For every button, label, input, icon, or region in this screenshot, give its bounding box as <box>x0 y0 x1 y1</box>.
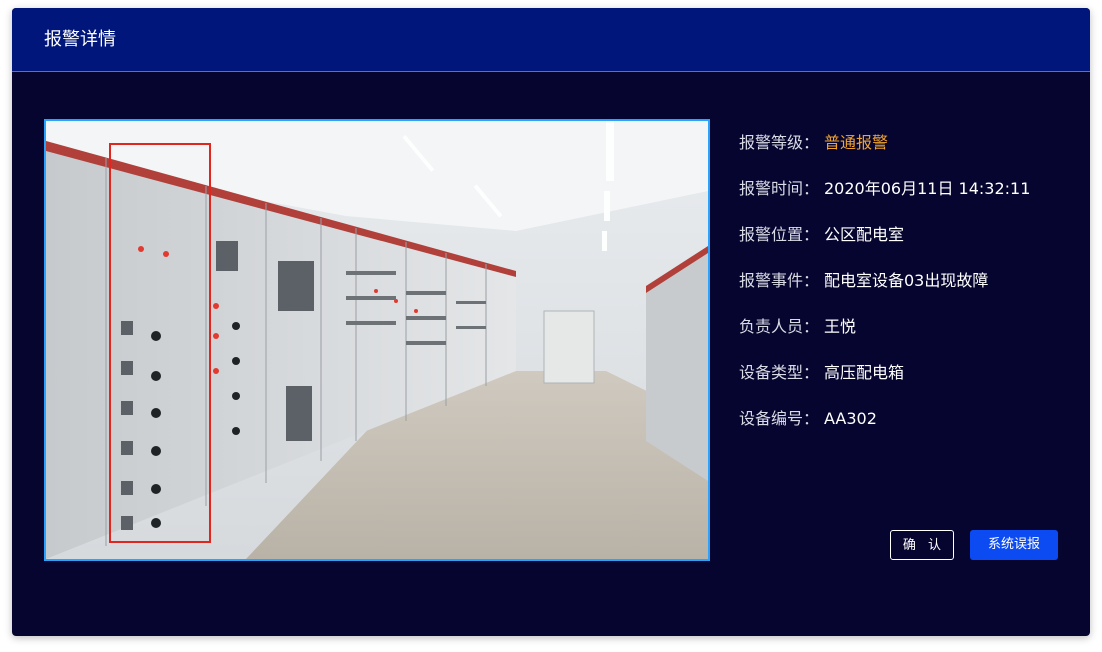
time-value: 2020年06月11日 14:32:11 <box>824 179 1031 198</box>
info-row-device-id: 设备编号： AA302 <box>739 408 1079 454</box>
dialog-title: 报警详情 <box>44 29 116 50</box>
dialog-header: 报警详情 <box>12 8 1090 72</box>
device-id-value: AA302 <box>824 409 877 428</box>
alarm-info-list: 报警等级： 普通报警 报警时间： 2020年06月11日 14:32:11 报警… <box>739 132 1079 454</box>
device-id-label: 设备编号： <box>739 409 820 428</box>
alarm-detail-dialog: 报警详情 报警等级： 普通报警 报警时间： 2020年06月11日 14:32:… <box>12 8 1090 636</box>
location-value: 公区配电室 <box>824 225 905 244</box>
time-label: 报警时间： <box>739 179 820 198</box>
info-row-event: 报警事件： 配电室设备03出现故障 <box>739 270 1079 316</box>
event-value: 配电室设备03出现故障 <box>824 271 989 290</box>
level-label: 报警等级： <box>739 133 820 152</box>
info-row-person: 负责人员： 王悦 <box>739 316 1079 362</box>
level-value: 普通报警 <box>824 133 889 152</box>
false-alarm-button[interactable]: 系统误报 <box>970 530 1058 560</box>
event-label: 报警事件： <box>739 271 820 290</box>
device-type-label: 设备类型： <box>739 363 820 382</box>
device-type-value: 高压配电箱 <box>824 363 905 382</box>
location-label: 报警位置： <box>739 225 820 244</box>
person-value: 王悦 <box>824 317 857 336</box>
switchgear-room-image <box>46 121 708 559</box>
info-row-device-type: 设备类型： 高压配电箱 <box>739 362 1079 408</box>
info-row-time: 报警时间： 2020年06月11日 14:32:11 <box>739 178 1079 224</box>
person-label: 负责人员： <box>739 317 820 336</box>
info-row-location: 报警位置： 公区配电室 <box>739 224 1079 270</box>
confirm-button[interactable]: 确 认 <box>890 530 954 560</box>
surveillance-photo <box>44 119 710 561</box>
info-row-level: 报警等级： 普通报警 <box>739 132 1079 178</box>
